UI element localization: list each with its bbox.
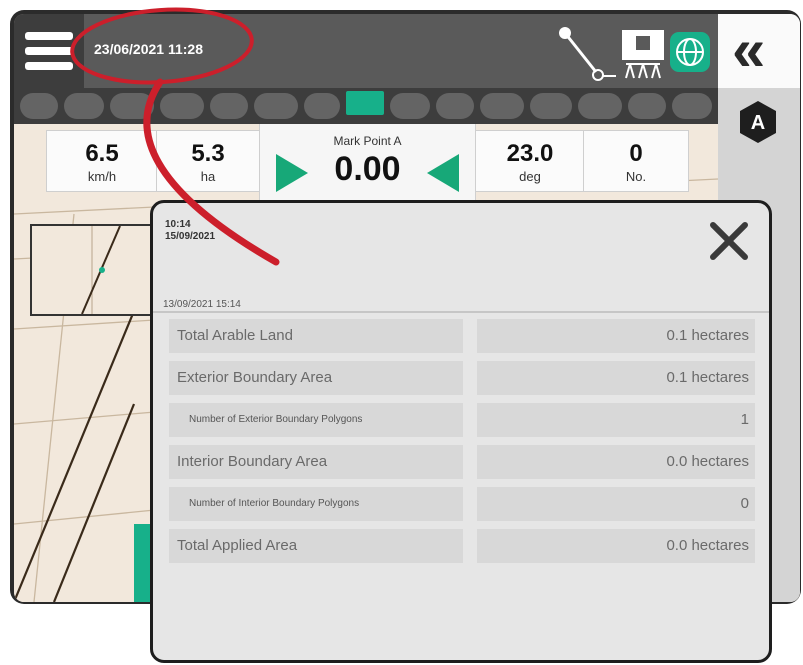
table-row: Exterior Boundary Area 0.1 hectares [169, 361, 763, 395]
heading-value: 23.0 [506, 140, 554, 167]
row-value: 0.1 hectares [477, 319, 755, 353]
close-icon[interactable] [705, 217, 753, 265]
heading-unit: deg [519, 169, 541, 184]
section-indicator [20, 93, 58, 119]
row-label: Exterior Boundary Area [169, 361, 463, 395]
row-label: Number of Interior Boundary Polygons [169, 487, 463, 521]
count-unit: No. [625, 169, 647, 184]
area-report-dialog: 10:14 15/09/2021 13/09/2021 15:14 Total … [150, 200, 772, 663]
row-value: 0.1 hectares [477, 361, 755, 395]
section-indicator [672, 93, 712, 119]
table-row: Number of Exterior Boundary Polygons 1 [169, 403, 763, 437]
row-value: 0.0 hectares [477, 445, 755, 479]
status-icons [559, 27, 710, 81]
mark-point-label: Mark Point A [333, 134, 402, 148]
section-indicator [160, 93, 204, 119]
guideline-a-icon[interactable]: A [738, 100, 778, 144]
dialog-timestamp: 10:14 15/09/2021 [165, 219, 215, 243]
mark-point-cell[interactable]: Mark Point A 0.00 [259, 124, 476, 205]
section-indicator [578, 93, 622, 119]
collapse-sidebar-button[interactable]: « [718, 14, 800, 88]
row-value: 0.0 hectares [477, 529, 755, 563]
area-value: 5.3 [191, 140, 225, 167]
section-indicator [254, 93, 298, 119]
table-row: Interior Boundary Area 0.0 hectares [169, 445, 763, 479]
row-label: Number of Exterior Boundary Polygons [169, 403, 463, 437]
table-row: Total Arable Land 0.1 hectares [169, 319, 763, 353]
top-status-bar: 23/06/2021 11:28 [14, 14, 718, 88]
dialog-subtitle: 13/09/2021 15:14 [163, 299, 241, 310]
table-row: Number of Interior Boundary Polygons 0 [169, 487, 763, 521]
guideline-a-letter: A [751, 112, 765, 134]
guidance-info-bar: 6.5 km/h 5.3 ha Mark Point A 0.00 23.0 d… [14, 124, 718, 205]
gnss-status-icon[interactable] [670, 32, 710, 72]
section-indicator [304, 93, 340, 119]
section-indicator [110, 93, 154, 119]
divider [153, 311, 769, 313]
section-indicator [480, 93, 524, 119]
speed-value: 6.5 [85, 140, 119, 167]
section-indicator [390, 93, 430, 119]
row-value: 0 [477, 487, 755, 521]
section-indicator [530, 93, 572, 119]
area-unit: ha [200, 169, 216, 184]
speed-cell[interactable]: 6.5 km/h [46, 130, 158, 192]
dialog-time: 10:14 [165, 219, 191, 230]
mini-map[interactable] [30, 224, 154, 316]
boom-section-bar [14, 88, 718, 124]
datetime-label: 23/06/2021 11:28 [94, 41, 203, 57]
hamburger-menu-icon[interactable] [14, 14, 84, 88]
row-value: 1 [477, 403, 755, 437]
steering-icon[interactable] [559, 27, 616, 81]
row-label: Total Applied Area [169, 529, 463, 563]
section-indicator [628, 93, 666, 119]
dialog-date: 15/09/2021 [165, 231, 216, 242]
steer-left-icon [427, 154, 459, 192]
heading-cell[interactable]: 23.0 deg [475, 130, 585, 192]
speed-unit: km/h [87, 169, 117, 184]
section-indicator [210, 93, 248, 119]
section-indicator-active [346, 91, 384, 115]
double-chevron-left-icon: « [732, 16, 766, 83]
count-value: 0 [629, 140, 643, 167]
section-indicator [436, 93, 474, 119]
boom-sections-icon[interactable] [622, 30, 664, 79]
row-label: Total Arable Land [169, 319, 463, 353]
table-row: Total Applied Area 0.0 hectares [169, 529, 763, 563]
row-label: Interior Boundary Area [169, 445, 463, 479]
count-cell[interactable]: 0 No. [583, 130, 689, 192]
section-indicator [64, 93, 104, 119]
area-cell[interactable]: 5.3 ha [156, 130, 260, 192]
